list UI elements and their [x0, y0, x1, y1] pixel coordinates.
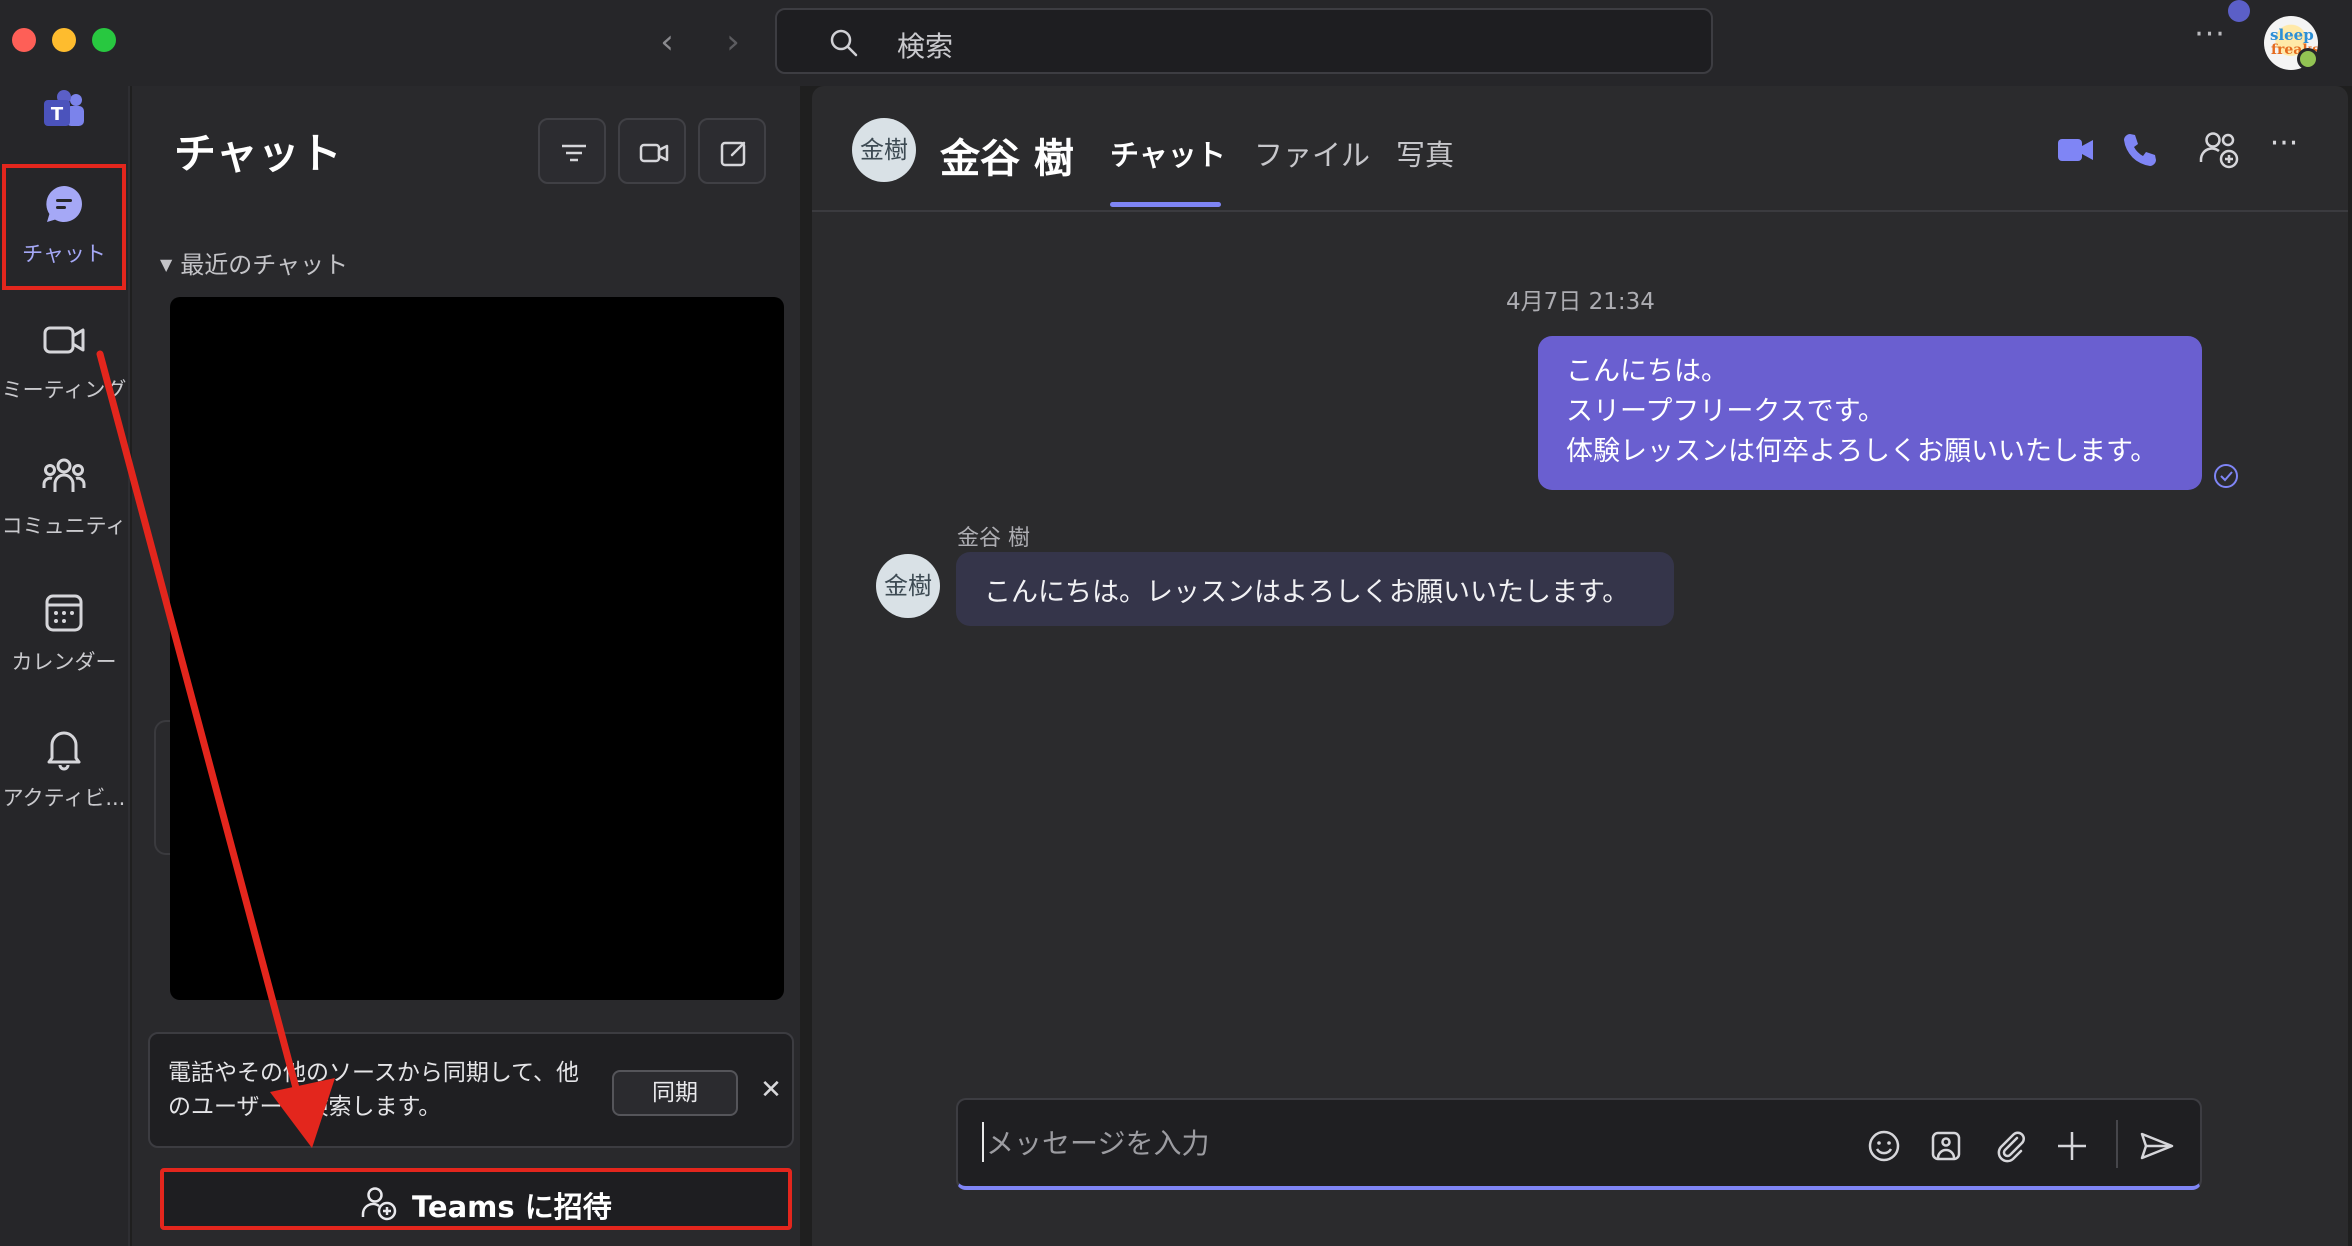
minimize-window-button[interactable] [52, 28, 76, 52]
back-arrow-icon[interactable]: ‹ [645, 20, 689, 64]
active-tab-indicator [1110, 202, 1221, 207]
presence-available-icon [2297, 48, 2319, 70]
message-input[interactable]: メッセージを入力 [982, 1122, 1209, 1162]
community-icon [42, 458, 86, 492]
message-text: こんにちは。レッスンはよろしくお願いいたします。 [984, 577, 1630, 608]
meet-now-button[interactable] [618, 118, 686, 184]
sender-name: 金谷 樹 [957, 526, 1030, 551]
video-call-icon[interactable] [2052, 126, 2100, 174]
redacted-chat-list [170, 297, 784, 1000]
divider [2116, 1120, 2118, 1168]
compose-box[interactable]: メッセージを入力 [956, 1098, 2202, 1190]
message-line: 体験レッスンは何卒よろしくお願いいたします。 [1566, 436, 2158, 467]
notification-dot [2228, 0, 2250, 22]
rail-item-label: コミュニティ [1, 514, 127, 538]
filter-icon [562, 144, 586, 162]
caret-down-icon: ▼ [160, 255, 173, 274]
filter-button[interactable] [538, 118, 606, 184]
sync-card-text: 電話やその他のソースから同期して、他のユーザーを検索します。 [168, 1060, 580, 1120]
phone-call-icon[interactable] [2116, 126, 2164, 174]
close-icon[interactable]: ✕ [756, 1070, 786, 1110]
rail-item-label: アクティビ... [2, 786, 126, 810]
forward-arrow-icon[interactable]: › [711, 20, 755, 64]
sender-avatar[interactable]: 金樹 [876, 554, 940, 618]
add-person-icon [361, 1187, 397, 1221]
sent-message-bubble[interactable]: こんにちは。 スリープフリークスです。 体験レッスンは何卒よろしくお願いいたしま… [1538, 336, 2202, 490]
video-camera-icon [639, 143, 669, 163]
emoji-icon[interactable] [1864, 1126, 1904, 1166]
message-line: こんにちは。 [1566, 356, 1728, 387]
rail-item-activity[interactable]: アクティビ... [0, 710, 128, 834]
calendar-icon [45, 594, 83, 632]
invite-button-label: Teams に招待 [412, 1190, 612, 1224]
svg-text:T: T [51, 104, 64, 125]
new-chat-button[interactable] [698, 118, 766, 184]
tab-photos[interactable]: 写真 [1396, 132, 1454, 174]
send-icon[interactable] [2136, 1126, 2176, 1166]
rail-item-label: カレンダー [11, 650, 117, 674]
annotation-highlight-box [2, 164, 126, 290]
attach-icon[interactable] [1990, 1126, 2030, 1166]
recent-chats-section[interactable]: ▼ 最近のチャット [160, 245, 348, 280]
search-icon [830, 29, 858, 57]
message-line: スリープフリークスです。 [1566, 396, 1885, 427]
tab-chat[interactable]: チャット [1110, 132, 1226, 174]
conversation-pane [812, 86, 2348, 1246]
image-sticker-icon[interactable] [1926, 1126, 1966, 1166]
plus-icon[interactable] [2052, 1126, 2092, 1166]
close-window-button[interactable] [12, 28, 36, 52]
contact-name[interactable]: 金谷 樹 [940, 126, 1074, 184]
sync-button[interactable]: 同期 [612, 1070, 738, 1116]
more-options-icon[interactable]: ··· [2262, 129, 2306, 166]
seen-check-icon [2214, 464, 2238, 488]
message-timestamp: 4月7日 21:34 [1506, 289, 1655, 315]
rail-item-community[interactable]: コミュニティ [0, 438, 128, 562]
maximize-window-button[interactable] [92, 28, 116, 52]
rail-item-label: ミーティング [1, 378, 127, 402]
tab-files[interactable]: ファイル [1254, 132, 1370, 174]
bell-icon [47, 731, 81, 771]
rail-item-meetings[interactable]: ミーティング [0, 302, 128, 426]
sync-contacts-card: 電話やその他のソースから同期して、他のユーザーを検索します。 同期 ✕ [148, 1032, 794, 1148]
add-people-icon[interactable] [2196, 126, 2244, 174]
invite-to-teams-button[interactable]: Teams に招待 [160, 1168, 792, 1230]
contact-avatar[interactable]: 金樹 [852, 118, 916, 182]
video-camera-icon [43, 326, 85, 354]
recent-chats-label: 最近のチャット [180, 251, 349, 279]
more-options-icon[interactable]: ··· [2190, 20, 2230, 64]
search-input[interactable]: 検索 [775, 8, 1713, 74]
teams-logo-icon: T [40, 86, 88, 134]
compose-icon [720, 141, 746, 167]
chat-list-title: チャット [174, 129, 342, 178]
rail-item-calendar[interactable]: カレンダー [0, 574, 128, 698]
search-placeholder: 検索 [897, 30, 954, 63]
received-message-bubble[interactable]: こんにちは。レッスンはよろしくお願いいたします。 [956, 552, 1674, 626]
